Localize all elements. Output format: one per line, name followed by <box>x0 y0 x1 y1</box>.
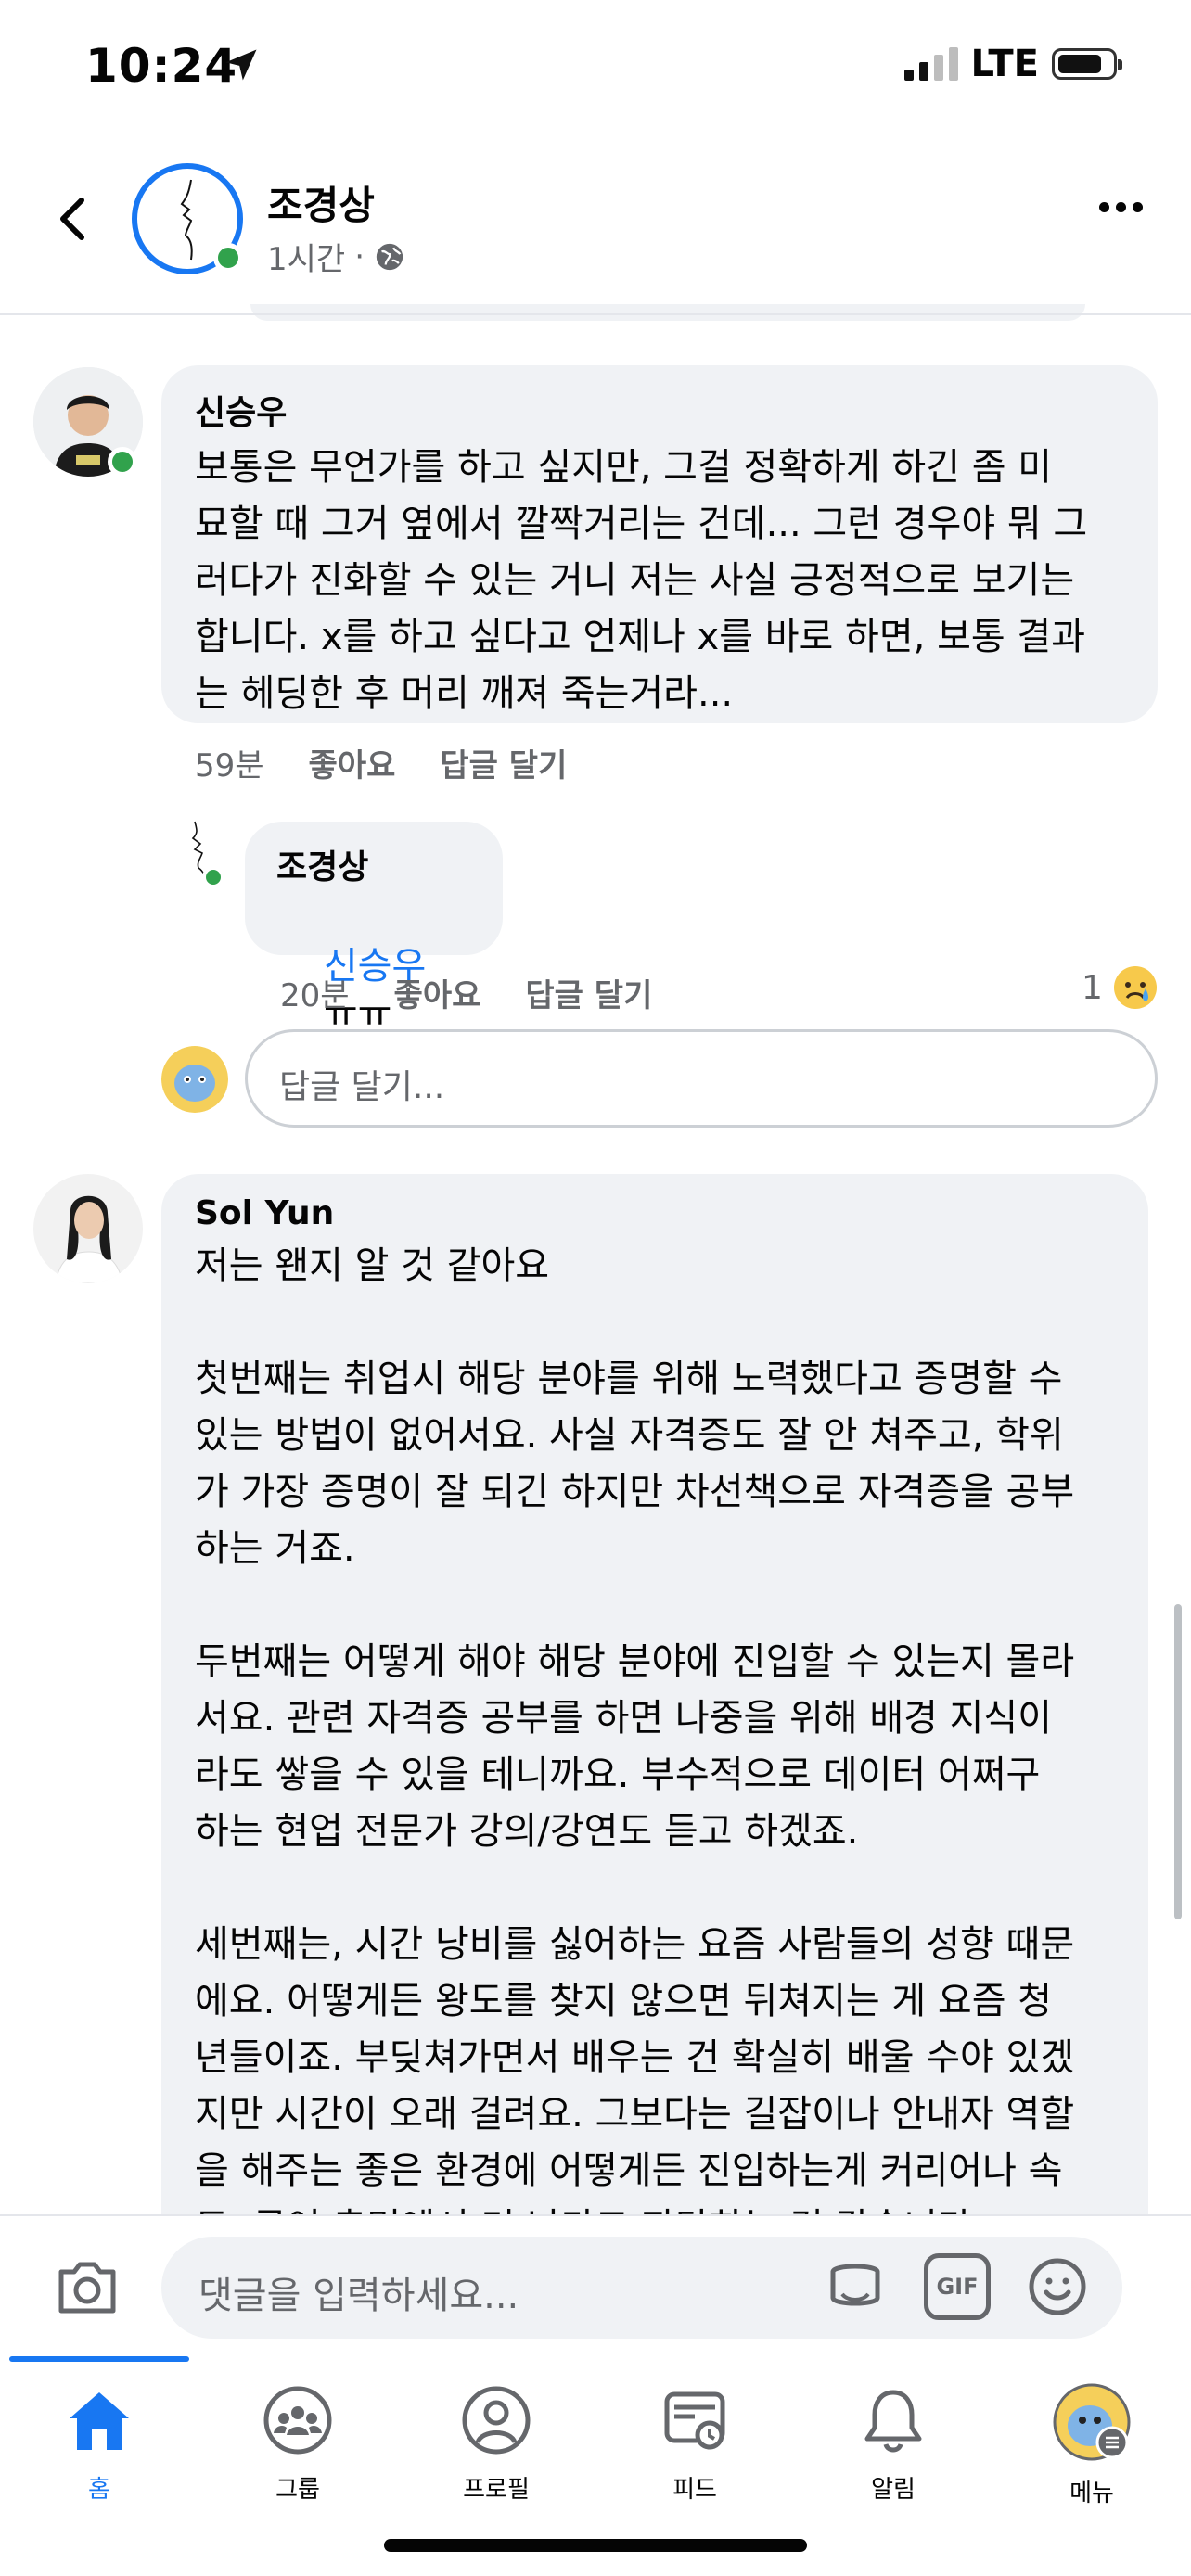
tab-home[interactable]: 홈 <box>39 2383 160 2505</box>
online-status-dot <box>202 866 224 888</box>
gif-button[interactable]: GIF <box>924 2253 991 2320</box>
sad-reaction-icon <box>1113 966 1157 1009</box>
status-time: 10:24 <box>85 39 238 93</box>
bottom-tab-bar: 홈 그룹 프로필 피드 알림 메뉴 <box>0 2365 1191 2507</box>
reply-button[interactable]: 답글 달기 <box>525 970 652 1015</box>
comment-text: 저는 왠지 알 것 같아요 첫번째는 취업시 해당 분야를 위해 노력했다고 증… <box>195 1244 1075 2249</box>
comment-actions: 59분 좋아요 답글 달기 <box>195 740 567 785</box>
comment-avatar[interactable] <box>33 1174 143 1283</box>
tab-menu[interactable]: 메뉴 <box>1031 2383 1152 2508</box>
tab-feed[interactable]: 피드 <box>634 2383 755 2505</box>
home-indicator <box>384 2539 807 2552</box>
tab-label: 홈 <box>88 2476 110 2504</box>
comment-time[interactable]: 59분 <box>195 740 264 785</box>
tab-label: 프로필 <box>463 2476 530 2504</box>
reply-author[interactable]: 조경상 <box>276 840 471 888</box>
reply-time[interactable]: 20분 <box>280 970 350 1015</box>
person-photo-icon <box>33 1174 143 1283</box>
comment-bubble[interactable]: 신승우 보통은 무언가를 하고 싶지만, 그걸 정확하게 하긴 좀 미 묘할 때… <box>161 365 1158 723</box>
post-meta: 1시간 · <box>267 234 405 279</box>
comment-author[interactable]: 신승우 <box>195 386 1124 434</box>
like-button[interactable]: 좋아요 <box>394 970 481 1015</box>
reply-input[interactable]: 답글 달기... <box>245 1029 1158 1128</box>
signal-icon <box>903 47 958 81</box>
tab-label: 메뉴 <box>1069 2480 1114 2507</box>
reaction-count: 1 <box>1082 968 1103 1007</box>
home-icon <box>70 2392 129 2450</box>
like-button[interactable]: 좋아요 <box>309 740 396 785</box>
current-user-avatar <box>161 1046 228 1113</box>
back-arrow-icon[interactable] <box>46 191 102 247</box>
online-status-dot <box>108 447 137 477</box>
menu-avatar-icon <box>1053 2383 1131 2461</box>
camera-icon[interactable] <box>52 2251 122 2322</box>
profile-icon <box>462 2386 531 2455</box>
reply-button[interactable]: 답글 달기 <box>440 740 567 785</box>
tab-groups[interactable]: 그룹 <box>237 2383 358 2505</box>
tab-profile[interactable]: 프로필 <box>436 2383 557 2505</box>
comment-bubble[interactable]: Sol Yun 저는 왠지 알 것 같아요 첫번째는 취업시 해당 분야를 위해… <box>161 1174 1148 2287</box>
reply-actions: 20분 좋아요 답글 달기 <box>280 970 652 1015</box>
globe-icon <box>376 243 403 270</box>
comment-author[interactable]: Sol Yun <box>195 1194 1115 1232</box>
more-options-button[interactable] <box>1099 202 1143 212</box>
previous-comment-bubble <box>250 304 1085 321</box>
reply-bubble[interactable]: 조경상 신승우 ㅠㅠ <box>245 822 503 1036</box>
tab-notifications[interactable]: 알림 <box>833 2383 954 2505</box>
emoji-icon[interactable] <box>1024 2253 1091 2320</box>
comment-text: 보통은 무언가를 하고 싶지만, 그걸 정확하게 하긴 좀 미 묘할 때 그거 … <box>195 446 1088 715</box>
feed-icon <box>664 2391 725 2450</box>
header-divider <box>0 313 1191 315</box>
reaction-summary[interactable]: 1 <box>1082 964 1159 1011</box>
meta-separator: · <box>354 237 365 275</box>
comment-input-placeholder: 댓글을 입력하세요... <box>198 2275 519 2317</box>
groups-icon <box>263 2386 332 2455</box>
tab-label: 피드 <box>672 2476 717 2504</box>
battery-icon <box>1052 48 1122 80</box>
mascot-icon <box>161 1046 228 1113</box>
scrollbar[interactable] <box>1174 1604 1182 1919</box>
tab-label: 알림 <box>871 2476 916 2504</box>
post-author-name[interactable]: 조경상 <box>267 174 375 231</box>
tab-label: 그룹 <box>275 2476 320 2504</box>
online-status-dot <box>213 243 243 273</box>
network-label: LTE <box>970 43 1039 85</box>
active-tab-indicator <box>9 2356 189 2362</box>
status-indicators: LTE <box>903 43 1122 85</box>
location-arrow-icon <box>225 49 257 81</box>
sticker-icon[interactable] <box>822 2253 889 2320</box>
post-time: 1시간 <box>267 241 346 278</box>
bell-icon <box>864 2390 922 2453</box>
